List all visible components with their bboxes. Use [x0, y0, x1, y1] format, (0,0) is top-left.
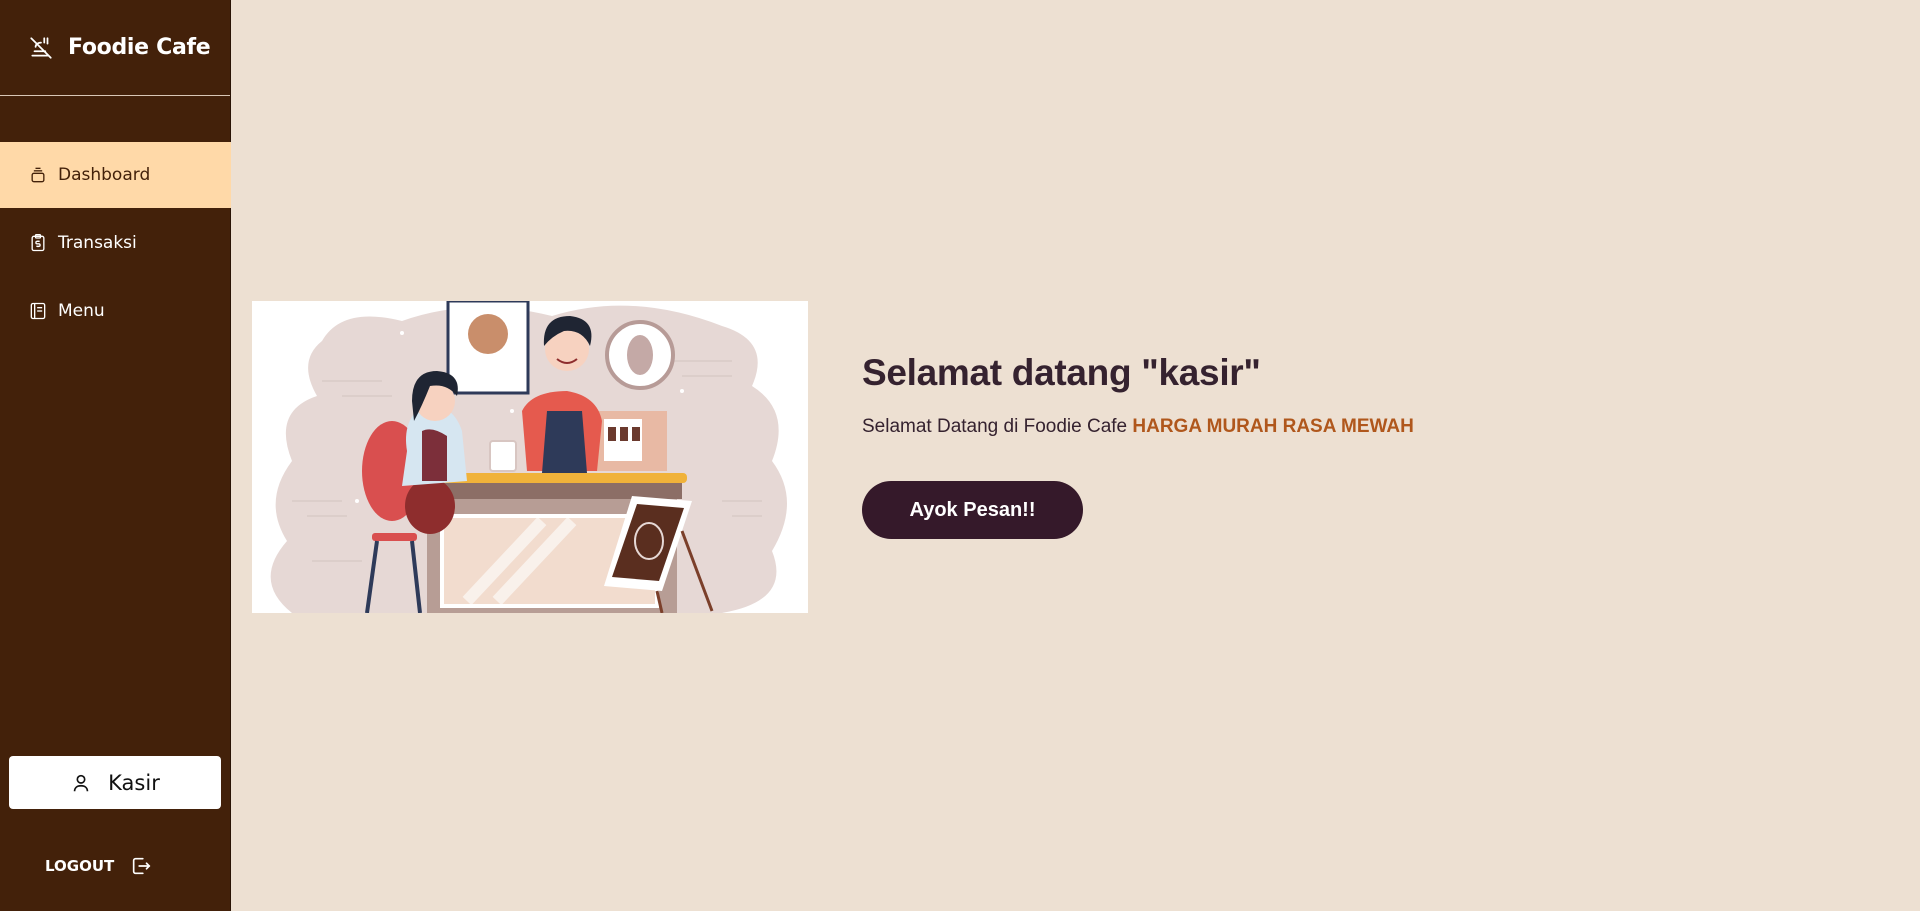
brand[interactable]: Foodie Cafe	[0, 0, 230, 96]
user-label: Kasir	[108, 770, 160, 795]
user-icon	[73, 774, 89, 791]
logout-label: LOGOUT	[45, 857, 115, 875]
logout-button[interactable]: LOGOUT	[45, 855, 152, 877]
receipt-dollar-icon	[31, 234, 45, 252]
sidebar-item-transaksi[interactable]: Transaksi	[0, 210, 231, 276]
order-now-button[interactable]: Ayok Pesan!!	[862, 481, 1083, 539]
cafe-illustration-svg	[252, 301, 808, 613]
sidebar-item-label: Transaksi	[58, 233, 137, 253]
tagline-highlight: HARGA MURAH RASA MEWAH	[1132, 416, 1414, 437]
sidebar-nav: Dashboard Transaksi Menu	[0, 142, 231, 346]
brand-title: Foodie Cafe	[68, 35, 211, 60]
cafe-illustration	[252, 301, 808, 613]
sidebar-item-dashboard[interactable]: Dashboard	[0, 142, 231, 208]
user-card[interactable]: Kasir	[9, 756, 221, 809]
sidebar-item-label: Menu	[58, 301, 105, 321]
sidebar-item-menu[interactable]: Menu	[0, 278, 231, 344]
welcome-heading: Selamat datang "kasir"	[862, 352, 1261, 393]
welcome-subtitle-prefix: Selamat Datang di Foodie Cafe	[862, 416, 1128, 437]
no-food-icon	[30, 36, 52, 59]
layers-icon	[31, 167, 45, 183]
logout-icon	[133, 857, 151, 875]
welcome-section: Selamat datang "kasir" Selamat Datang di…	[862, 352, 1414, 438]
sidebar: Foodie Cafe Dashboard Transaksi Menu Kas…	[0, 0, 231, 911]
sidebar-item-label: Dashboard	[58, 165, 151, 185]
welcome-subtitle: Selamat Datang di Foodie Cafe HARGA MURA…	[862, 416, 1414, 438]
book-icon	[30, 302, 46, 320]
